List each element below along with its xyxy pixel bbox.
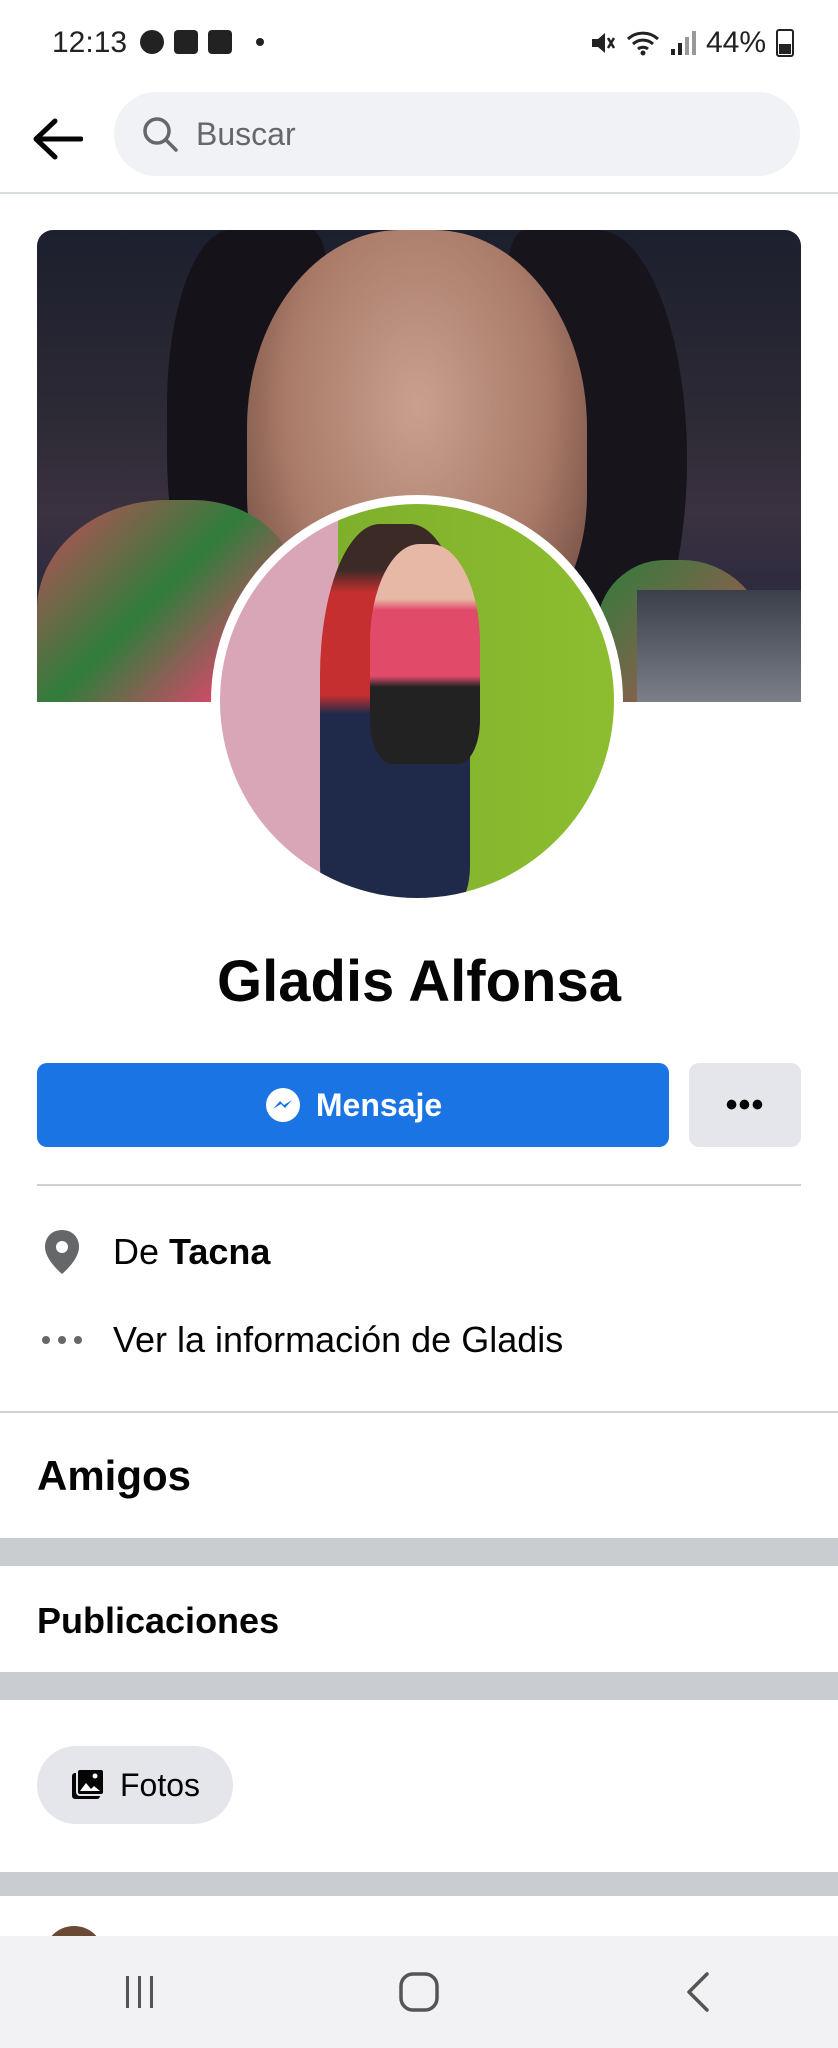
next-post-peek <box>0 1896 838 1936</box>
nav-back-button[interactable] <box>638 1952 758 2032</box>
mute-icon <box>591 33 616 53</box>
gallery-notification-icon <box>174 30 198 54</box>
back-button[interactable] <box>26 108 88 170</box>
search-input[interactable] <box>194 114 758 154</box>
app-notification-icon <box>208 30 232 54</box>
photos-button-label: Fotos <box>119 1766 201 1803</box>
section-separator <box>0 1872 838 1896</box>
about-info-link[interactable]: Ver la información de Gladis <box>113 1319 563 1361</box>
top-divider <box>0 192 838 194</box>
photos-icon <box>71 1768 105 1799</box>
status-bar: 12:13 44% <box>0 0 838 88</box>
message-button[interactable]: Mensaje <box>37 1063 669 1147</box>
signal-icon <box>670 31 696 55</box>
section-divider <box>0 1411 838 1413</box>
wifi-icon <box>626 31 659 56</box>
status-time: 12:13 <box>52 26 128 59</box>
status-right: 44% <box>588 26 794 60</box>
section-separator <box>0 1672 838 1700</box>
post-author-avatar <box>44 1926 104 1936</box>
top-bar <box>0 88 838 192</box>
section-separator <box>0 1538 838 1566</box>
location-city[interactable]: Tacna <box>169 1231 270 1273</box>
search-icon <box>140 114 180 154</box>
more-options-button[interactable]: ••• <box>689 1063 801 1147</box>
home-button[interactable] <box>359 1952 479 2032</box>
posts-section-title: Publicaciones <box>37 1600 280 1641</box>
notification-icons <box>140 30 264 54</box>
photos-button[interactable]: Fotos <box>37 1746 233 1824</box>
friends-section-title[interactable]: Amigos <box>37 1452 191 1500</box>
battery-percent: 44% <box>705 26 766 59</box>
battery-icon <box>776 29 794 57</box>
search-bar[interactable] <box>114 92 800 176</box>
messenger-icon <box>265 1088 300 1122</box>
profile-name: Gladis Alfonsa <box>217 949 621 1014</box>
profile-photo <box>220 504 614 898</box>
nav-back-icon <box>687 1972 710 2012</box>
info-divider <box>37 1184 801 1186</box>
back-arrow-icon <box>33 118 83 160</box>
messenger-notification-icon <box>140 30 164 54</box>
more-icon: ••• <box>725 1085 765 1124</box>
system-navigation-bar <box>0 1936 838 2048</box>
ellipsis-icon <box>37 1315 87 1365</box>
location-row: De Tacna <box>37 1227 270 1277</box>
profile-picture[interactable] <box>211 495 623 907</box>
about-info-row[interactable]: Ver la información de Gladis <box>37 1315 563 1365</box>
location-pin-icon <box>37 1227 87 1277</box>
location-prefix: De <box>113 1231 160 1272</box>
home-icon <box>399 1972 439 2012</box>
recents-icon <box>125 1976 153 2008</box>
message-button-label: Mensaje <box>315 1086 443 1123</box>
recents-button[interactable] <box>80 1952 200 2032</box>
more-notifications-dot-icon <box>256 38 264 46</box>
